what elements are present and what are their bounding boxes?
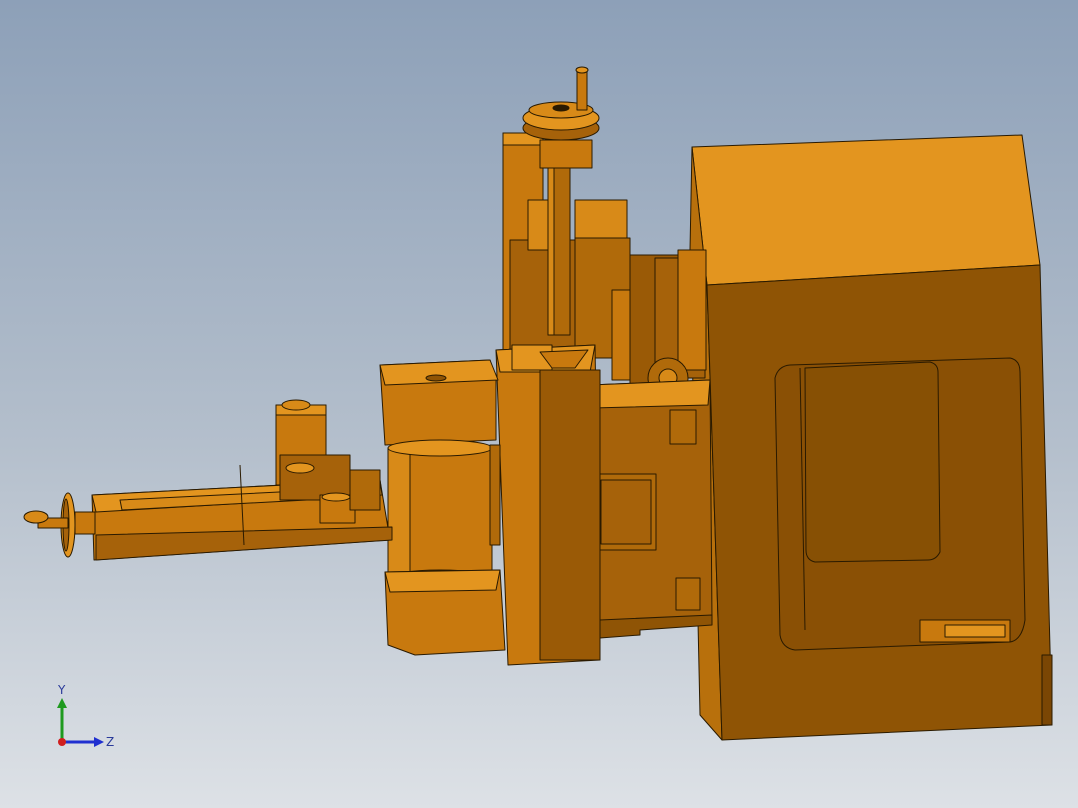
x-axis-point: [58, 738, 66, 746]
enclosure-foot: [1041, 654, 1053, 726]
central-body[interactable]: [495, 344, 713, 666]
handwheel-knob[interactable]: [23, 510, 49, 524]
cad-viewport[interactable]: Y Z: [0, 0, 1078, 808]
y-axis-label: Y: [57, 683, 66, 697]
left-handwheel[interactable]: [23, 492, 96, 558]
machine-3d-model[interactable]: [0, 0, 1078, 808]
orientation-triad: Y Z: [57, 683, 114, 749]
enclosure-door-window: [804, 361, 941, 563]
main-enclosure[interactable]: [689, 134, 1053, 741]
pulley-handle[interactable]: [576, 69, 588, 111]
z-axis-label: Z: [106, 735, 114, 749]
enclosure-top-face: [691, 134, 1041, 286]
drum-cylinder[interactable]: [379, 359, 506, 656]
